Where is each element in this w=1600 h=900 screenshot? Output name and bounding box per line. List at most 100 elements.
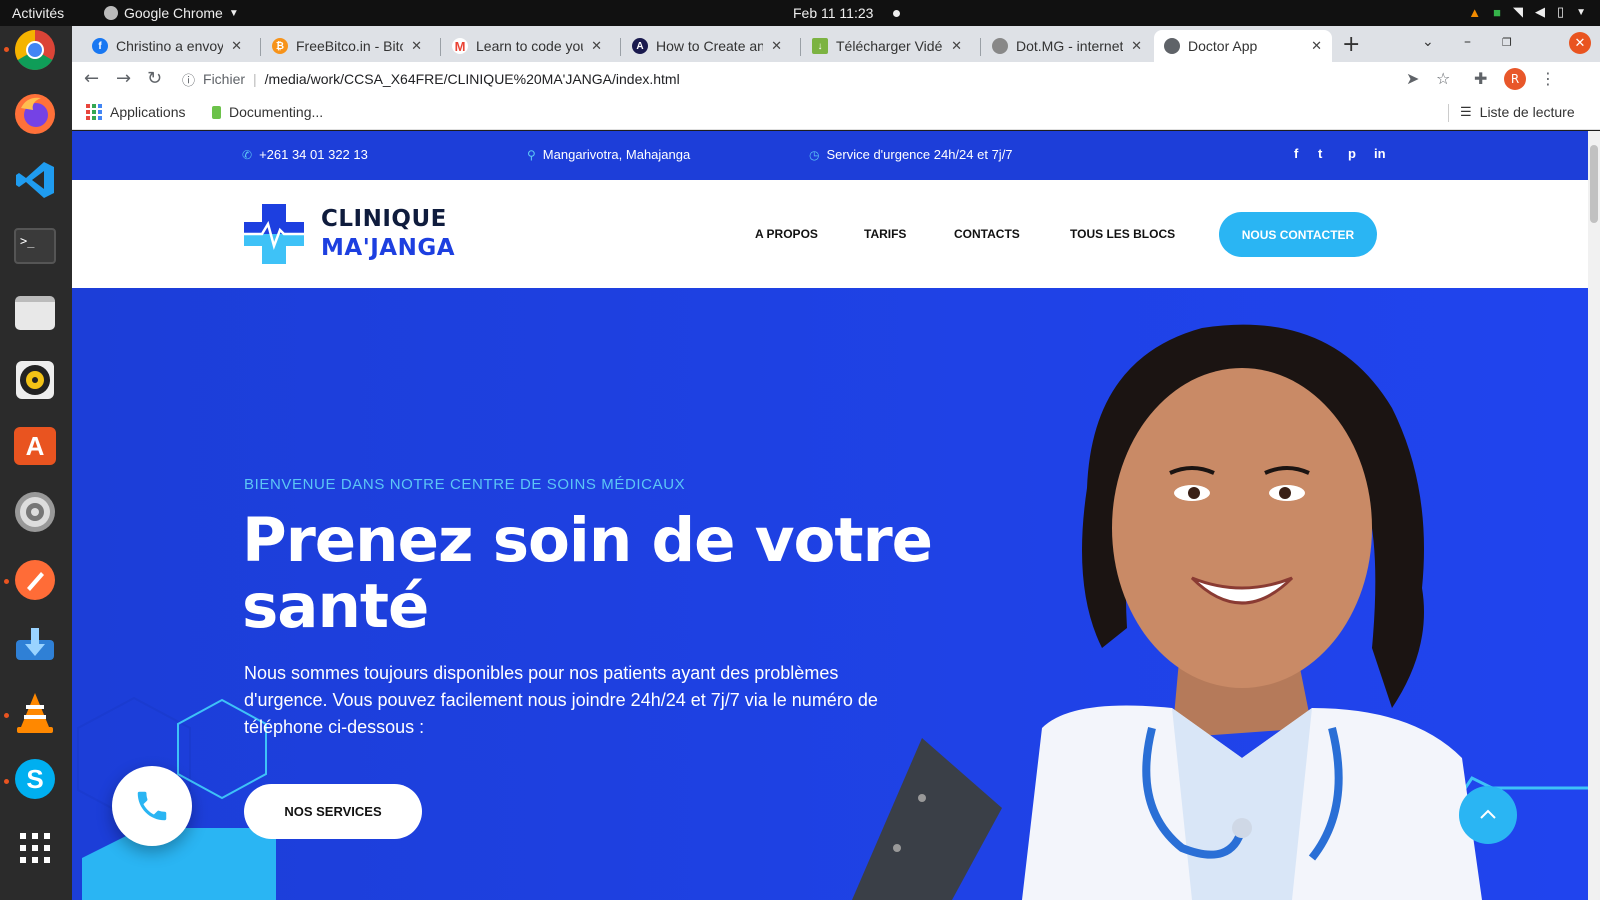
dock-settings[interactable] [11,488,59,536]
extensions-puzzle-icon[interactable]: ✚ [1474,69,1487,88]
dock-vlc[interactable] [11,689,59,737]
nav-tarifs[interactable]: TARIFS [864,227,906,241]
nav-tous-les-blocs[interactable]: TOUS LES BLOCS [1070,227,1175,241]
nos-services-button[interactable]: NOS SERVICES [244,784,422,839]
new-tab-plus-icon[interactable]: + [1342,32,1360,57]
settings-gear-icon [15,492,55,532]
tab-separator [980,38,981,56]
system-top-bar: Activités Google Chrome ▼ Feb 11 11:23 ▲… [0,0,1600,26]
tab-telecharger-video[interactable]: ↓ Télécharger Vidéo ✕ [802,30,972,62]
dock-firefox[interactable] [11,90,59,138]
forward-arrow-icon[interactable]: → [116,68,131,89]
bookmark-favicon-icon [212,105,221,119]
address-bar[interactable]: ⓘ Fichier | /media/work/CCSA_X64FRE/CLIN… [182,64,1477,94]
nav-contacts[interactable]: CONTACTS [954,227,1020,241]
dock-software-center[interactable]: A [11,422,59,470]
close-tab-icon[interactable]: ✕ [951,38,962,54]
chrome-menu-icon[interactable]: ⋮ [1540,69,1556,88]
app-menu-label: Google Chrome [124,5,223,21]
scrollbar-thumb[interactable] [1590,145,1598,223]
page-viewport: ✆ +261 34 01 322 13 ⚲ Mangarivotra, Maha… [72,131,1588,900]
reading-list-icon: ☰ [1460,104,1472,119]
pinterest-icon[interactable]: p [1348,146,1356,161]
url-text[interactable]: /media/work/CCSA_X64FRE/CLINIQUE%20MA'JA… [265,71,680,87]
facebook-icon[interactable]: f [1294,146,1298,161]
reload-icon[interactable]: ↻ [147,68,162,89]
chevron-down-icon[interactable]: ▼ [1576,7,1586,18]
close-tab-icon[interactable]: ✕ [591,38,602,54]
page-scrollbar[interactable] [1588,131,1600,900]
dock-rhythmbox[interactable] [11,356,59,404]
app-grid-icon [20,833,50,863]
bookmark-applications[interactable]: Applications [86,104,186,120]
activities-button[interactable]: Activités [12,5,64,21]
tab-christino[interactable]: f Christino a envoyé ✕ [82,30,252,62]
dock-terminal[interactable]: >_ [11,222,59,270]
software-store-icon: A [14,427,56,465]
wifi-icon[interactable]: ◥ [1513,4,1523,20]
emergency-info: ◷ Service d'urgence 24h/24 et 7j/7 [809,147,1013,162]
system-tray[interactable]: ▲ ■ ◥ ◀ ▯ ▼ [1468,4,1586,20]
close-tab-icon[interactable]: ✕ [1311,38,1322,54]
emergency-text: Service d'urgence 24h/24 et 7j/7 [826,147,1013,162]
tab-doctor-app[interactable]: Doctor App ✕ [1154,30,1332,62]
tab-separator [260,38,261,56]
bookmark-label: Applications [110,104,186,120]
globe-icon [1164,38,1180,54]
battery-icon[interactable]: ▯ [1557,4,1564,20]
address-info: ⚲ Mangarivotra, Mahajanga [527,147,690,162]
chrome-icon [15,30,55,70]
postman-icon [15,560,55,600]
linkedin-icon[interactable]: in [1374,146,1386,161]
close-tab-icon[interactable]: ✕ [411,38,422,54]
scroll-to-top-button[interactable] [1459,786,1517,844]
update-tray-icon[interactable]: ■ [1493,5,1501,20]
nous-contacter-button[interactable]: NOUS CONTACTER [1219,212,1377,257]
back-arrow-icon[interactable]: ← [84,68,99,89]
dock-downloader[interactable] [11,622,59,670]
tab-dot-mg[interactable]: Dot.MG - internet ✕ [982,30,1152,62]
dock-skype[interactable]: S [11,755,59,803]
vlc-tray-icon[interactable]: ▲ [1468,5,1481,20]
profile-avatar[interactable]: R [1504,68,1526,90]
hero-description: Nous sommes toujours disponibles pour no… [244,663,878,737]
restore-icon[interactable]: ❐ [1502,36,1512,49]
close-window-icon[interactable]: ✕ [1569,32,1591,54]
tab-how-to-create[interactable]: A How to Create an ✕ [622,30,792,62]
tab-separator [800,38,801,56]
running-indicator [4,779,9,784]
close-tab-icon[interactable]: ✕ [231,38,242,54]
minimize-icon[interactable]: – [1464,34,1471,50]
bookmark-documenting[interactable]: Documenting... [212,104,323,120]
bookmark-star-icon[interactable]: ☆ [1436,69,1450,88]
clock[interactable]: Feb 11 11:23 [793,5,873,21]
tab-search-chevron-icon[interactable]: ⌄ [1422,34,1434,50]
dock-files[interactable] [11,289,59,337]
dock-vscode[interactable] [11,156,59,204]
phone-info[interactable]: ✆ +261 34 01 322 13 [242,147,368,162]
floating-call-button[interactable] [112,766,192,846]
site-info-icon[interactable]: ⓘ [182,70,195,89]
nav-a-propos[interactable]: A PROPOS [755,227,818,241]
brand-name-line2[interactable]: MA'JANGA [321,235,455,261]
clinic-cross-logo-icon[interactable] [242,202,306,266]
dock-chrome[interactable] [11,26,59,74]
volume-icon[interactable]: ◀ [1535,4,1545,20]
send-icon[interactable]: ➤ [1406,69,1419,88]
dock-show-applications[interactable] [11,824,59,872]
app-menu[interactable]: Google Chrome ▼ [104,5,239,21]
twitter-icon[interactable]: t [1318,146,1322,161]
tab-separator [440,38,441,56]
gmail-icon: M [452,38,468,54]
reading-list[interactable]: ☰ Liste de lecture [1460,104,1575,120]
tab-learn-to-code[interactable]: M Learn to code your ✕ [442,30,612,62]
vlc-icon [17,693,53,733]
close-tab-icon[interactable]: ✕ [1131,38,1142,54]
close-tab-icon[interactable]: ✕ [771,38,782,54]
tab-freebitcoin[interactable]: ₿ FreeBitco.in - Bitcoin ✕ [262,30,432,62]
hero-title-line2: santé [242,571,429,642]
dock-postman[interactable] [11,556,59,604]
angular-icon: A [632,38,648,54]
brand-name-line1[interactable]: CLINIQUE [321,206,447,232]
top-info-bar: ✆ +261 34 01 322 13 ⚲ Mangarivotra, Maha… [72,131,1588,180]
